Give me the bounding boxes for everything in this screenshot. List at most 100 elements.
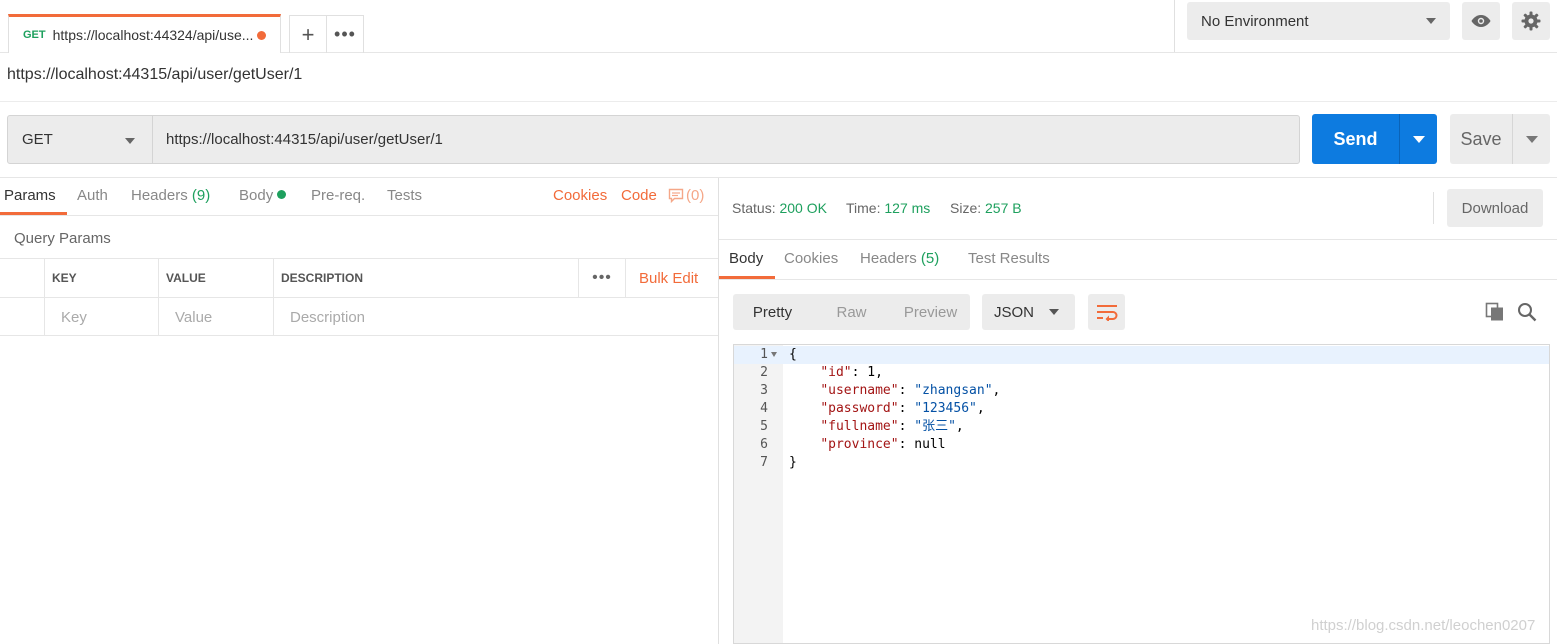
time-value: 127 ms [884, 200, 931, 216]
code-text: "id": 1, [820, 365, 883, 380]
tab-response-cookies[interactable]: Cookies [784, 250, 838, 267]
line-number: 7 [760, 455, 768, 470]
tab-headers[interactable]: Headers (9) [131, 187, 210, 204]
tab-response-body[interactable]: Body [729, 250, 763, 267]
line-number: 3 [760, 383, 768, 398]
params-more-button[interactable]: ••• [578, 259, 625, 297]
environment-label: No Environment [1201, 12, 1309, 30]
url-input[interactable]: https://localhost:44315/api/user/getUser… [152, 115, 1300, 164]
tab-actions: + ••• [289, 15, 364, 53]
chevron-down-icon [1526, 136, 1538, 143]
divider [1433, 192, 1434, 224]
copy-button[interactable] [1485, 302, 1505, 325]
description-input[interactable]: Description [273, 298, 718, 336]
tab-body[interactable]: Body [239, 187, 287, 204]
url-text: https://localhost:44315/api/user/getUser… [166, 131, 443, 148]
response-status-bar: Status: 200 OK Time: 127 ms Size: 257 B … [719, 178, 1557, 240]
response-headers-count: (5) [920, 250, 940, 267]
more-tabs-button[interactable]: ••• [326, 16, 363, 53]
column-header-key: KEY [44, 259, 158, 297]
send-options-button[interactable] [1399, 114, 1437, 164]
code-text: "password": "123456", [820, 401, 985, 416]
code-link[interactable]: Code [621, 187, 657, 204]
chevron-down-icon [125, 138, 135, 144]
chevron-down-icon [1049, 309, 1059, 315]
format-select[interactable]: JSON [982, 294, 1075, 330]
environment-quick-look-button[interactable] [1462, 2, 1500, 40]
active-tab-indicator [0, 212, 67, 215]
divider [1174, 0, 1175, 52]
code-line: 7 } [734, 454, 1549, 472]
chevron-down-icon [1413, 136, 1425, 143]
response-body-editor[interactable]: 1 { 2 "id": 1, 3 "username": "zhangsan",… [733, 344, 1550, 644]
format-label: JSON [994, 303, 1035, 321]
table-row: Key Value Description [0, 297, 718, 336]
code-line: 5 "fullname": "张三", [734, 418, 1549, 436]
eye-icon [1471, 15, 1491, 27]
query-params-table: KEY VALUE DESCRIPTION ••• Bulk Edit Key … [0, 258, 718, 336]
value-input[interactable]: Value [158, 298, 274, 336]
code-text: } [789, 455, 797, 470]
status-info: Status: 200 OK [732, 200, 827, 216]
request-name: https://localhost:44315/api/user/getUser… [7, 66, 303, 83]
status-value: 200 OK [779, 200, 827, 216]
fold-arrow-icon[interactable] [771, 352, 777, 357]
divider [0, 101, 1557, 102]
gear-icon [1521, 11, 1541, 31]
request-tab-title: https://localhost:44324/api/use... [52, 27, 254, 43]
code-line: 4 "password": "123456", [734, 400, 1549, 418]
settings-button[interactable] [1512, 2, 1550, 40]
comments-count: (0) [686, 187, 705, 204]
headers-count-badge: (9) [191, 187, 211, 204]
bulk-edit-button[interactable]: Bulk Edit [625, 259, 698, 297]
comments-button[interactable]: (0) [668, 187, 704, 204]
code-text: "username": "zhangsan", [820, 383, 1001, 398]
view-mode-group: Pretty Raw Preview [733, 294, 970, 330]
method-select[interactable]: GET [7, 115, 153, 164]
download-button[interactable]: Download [1447, 189, 1543, 227]
save-button[interactable]: Save [1450, 114, 1512, 164]
wrap-lines-icon [1096, 305, 1117, 321]
code-line: 3 "username": "zhangsan", [734, 382, 1549, 400]
body-indicator-icon [277, 190, 287, 199]
code-line: 6 "province": null [734, 436, 1549, 454]
send-button[interactable]: Send [1312, 114, 1399, 164]
active-tab-indicator [719, 276, 775, 279]
request-tab-method: GET [23, 29, 46, 41]
view-raw-button[interactable]: Raw [812, 304, 891, 321]
tab-bar: GET https://localhost:44324/api/use... +… [0, 0, 1557, 53]
comment-icon [668, 188, 684, 203]
column-header-description: DESCRIPTION [273, 259, 578, 297]
save-options-button[interactable] [1512, 114, 1550, 164]
line-number: 2 [760, 365, 768, 380]
tab-tests[interactable]: Tests [387, 187, 422, 204]
tab-params[interactable]: Params [4, 187, 56, 204]
cookies-link[interactable]: Cookies [553, 187, 607, 204]
method-label: GET [22, 131, 53, 148]
column-header-value: VALUE [158, 259, 274, 297]
table-header-row: KEY VALUE DESCRIPTION ••• Bulk Edit [0, 258, 718, 297]
code-line: 2 "id": 1, [734, 364, 1549, 382]
line-number: 4 [760, 401, 768, 416]
tab-auth[interactable]: Auth [77, 187, 108, 204]
wrap-lines-button[interactable] [1088, 294, 1125, 330]
chevron-down-icon [1426, 18, 1436, 24]
search-button[interactable] [1517, 302, 1537, 325]
tab-body-label: Body [239, 187, 274, 204]
request-tab[interactable]: GET https://localhost:44324/api/use... [8, 14, 281, 53]
line-number: 5 [760, 419, 768, 434]
new-tab-button[interactable]: + [290, 16, 326, 53]
view-pretty-button[interactable]: Pretty [733, 304, 812, 321]
tab-test-results[interactable]: Test Results [968, 250, 1050, 267]
environment-select[interactable]: No Environment [1187, 2, 1450, 40]
search-icon [1518, 303, 1537, 322]
line-number: 6 [760, 437, 768, 452]
view-preview-button[interactable]: Preview [891, 304, 970, 321]
unsaved-dot-icon [257, 30, 267, 40]
key-input[interactable]: Key [44, 298, 158, 336]
watermark: https://blog.csdn.net/leochen0207 [1311, 617, 1536, 634]
tab-prereq[interactable]: Pre-req. [311, 187, 365, 204]
tab-response-headers[interactable]: Headers (5) [860, 250, 939, 267]
time-info: Time: 127 ms [846, 200, 931, 216]
tab-headers-label: Headers [131, 187, 188, 204]
